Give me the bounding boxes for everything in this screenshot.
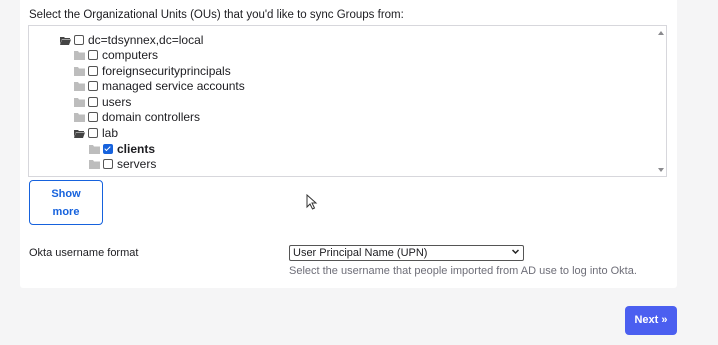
tree-item-servers[interactable]: servers: [89, 156, 156, 172]
scroll-down-arrow-icon[interactable]: [658, 168, 664, 172]
tree-item-computers[interactable]: computers: [74, 47, 158, 63]
root-checkbox[interactable]: [74, 35, 84, 45]
tree-item-foreignsecurityprincipals[interactable]: foreignsecurityprincipals: [74, 63, 231, 79]
domain-controllers-checkbox[interactable]: [88, 112, 98, 122]
closed-folder-icon: [74, 112, 85, 122]
tree-item-label: servers: [117, 157, 157, 171]
closed-folder-icon: [74, 50, 85, 60]
show-more-button[interactable]: Show more: [29, 180, 103, 225]
computers-checkbox[interactable]: [88, 50, 98, 60]
lab-checkbox[interactable]: [88, 128, 98, 138]
tree-item-label: clients: [117, 142, 156, 156]
username-format-help: Select the username that people imported…: [289, 265, 637, 277]
ou-section-label: Select the Organizational Units (OUs) th…: [29, 9, 404, 21]
open-folder-icon: [74, 129, 85, 138]
scroll-up-arrow-icon[interactable]: [658, 31, 664, 35]
tree-item-lab[interactable]: lab: [74, 125, 118, 141]
tree-item-label: lab: [102, 126, 119, 140]
tree-item-label: foreignsecurityprincipals: [102, 64, 231, 78]
tree-item-users[interactable]: users: [74, 94, 131, 110]
servers-checkbox[interactable]: [103, 159, 113, 169]
username-format-selected: User Principal Name (UPN): [293, 247, 428, 259]
clients-checkbox[interactable]: [103, 144, 113, 154]
tree-item-label: dc=tdsynnex,dc=local: [88, 33, 204, 47]
tree-item-label: domain controllers: [102, 110, 201, 124]
tree-item-label: users: [102, 95, 132, 109]
ou-tree[interactable]: dc=tdsynnex,dc=local computers foreignse…: [28, 25, 667, 177]
username-format-select[interactable]: User Principal Name (UPN): [289, 245, 524, 261]
closed-folder-icon: [74, 66, 85, 76]
tree-item-managed-service-accounts[interactable]: managed service accounts: [74, 78, 245, 94]
next-button[interactable]: Next »: [625, 306, 677, 335]
show-more-label-line1: Show: [51, 188, 81, 200]
foreignsecurityprincipals-checkbox[interactable]: [88, 66, 98, 76]
closed-folder-icon: [74, 97, 85, 107]
users-checkbox[interactable]: [88, 97, 98, 107]
tree-item-label: managed service accounts: [102, 79, 245, 93]
username-format-label: Okta username format: [29, 247, 139, 259]
tree-item-label: computers: [102, 48, 159, 62]
mouse-pointer-icon: [306, 194, 318, 210]
chevron-down-icon: [512, 249, 519, 255]
closed-folder-icon: [89, 159, 100, 169]
closed-folder-icon: [74, 81, 85, 91]
closed-folder-icon: [89, 144, 100, 154]
show-more-label-line2: more: [52, 206, 80, 218]
managed-service-accounts-checkbox[interactable]: [88, 81, 98, 91]
tree-item-domain-controllers[interactable]: domain controllers: [74, 109, 200, 125]
open-folder-icon: [60, 36, 71, 45]
tree-item-root[interactable]: dc=tdsynnex,dc=local: [60, 32, 203, 48]
tree-item-clients[interactable]: clients: [89, 141, 155, 157]
